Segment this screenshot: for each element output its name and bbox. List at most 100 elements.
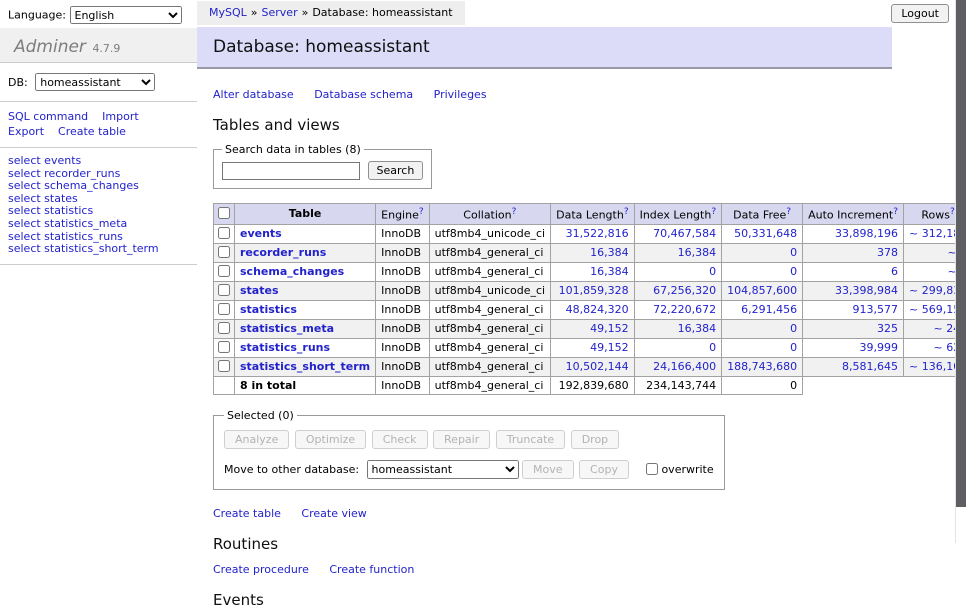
data-length-link[interactable]: 101,859,328 <box>559 284 629 297</box>
data-free-link[interactable]: 188,743,680 <box>727 360 797 373</box>
auto-increment-link[interactable]: 33,898,196 <box>835 227 898 240</box>
optimize-button[interactable]: Optimize <box>295 430 366 449</box>
database-schema-link[interactable]: Database schema <box>314 88 413 101</box>
help-icon[interactable]: ? <box>512 207 517 217</box>
collation-cell: utf8mb4_general_ci <box>429 357 550 376</box>
create-table-link-bottom[interactable]: Create table <box>213 507 281 520</box>
logout-button[interactable]: Logout <box>891 4 949 23</box>
index-length-link[interactable]: 0 <box>709 341 716 354</box>
collation-cell: utf8mb4_general_ci <box>429 300 550 319</box>
table-name-link[interactable]: states <box>240 284 279 297</box>
table-name-link[interactable]: statistics_runs <box>240 341 330 354</box>
search-input[interactable] <box>222 162 360 180</box>
language-row: Language: English <box>0 0 197 28</box>
engine-cell: InnoDB <box>376 357 429 376</box>
sidebar-actions: SQL command Import Export Create table <box>0 102 197 147</box>
truncate-button[interactable]: Truncate <box>496 430 565 449</box>
language-label: Language: <box>8 9 66 22</box>
select-all-checkbox[interactable] <box>218 207 230 219</box>
create-procedure-link[interactable]: Create procedure <box>213 563 309 576</box>
row-checkbox[interactable] <box>218 284 230 296</box>
table-name-link[interactable]: schema_changes <box>240 265 344 278</box>
data-free-link[interactable]: 0 <box>790 341 797 354</box>
index-length-link[interactable]: 72,220,672 <box>653 303 716 316</box>
auto-increment-link[interactable]: 8,581,645 <box>842 360 898 373</box>
data-free-link[interactable]: 50,331,648 <box>734 227 797 240</box>
repair-button[interactable]: Repair <box>433 430 490 449</box>
table-name-link[interactable]: statistics_meta <box>240 322 334 335</box>
select-table-link[interactable]: select events <box>8 155 189 168</box>
index-length-link[interactable]: 67,256,320 <box>653 284 716 297</box>
vertical-scrollbar[interactable] <box>955 0 966 543</box>
db-select[interactable]: homeassistant <box>35 73 155 91</box>
table-row: events InnoDB utf8mb4_unicode_ci 31,522,… <box>214 224 966 243</box>
table-name-link[interactable]: statistics_short_term <box>240 360 370 373</box>
drop-button[interactable]: Drop <box>571 430 619 449</box>
export-link[interactable]: Export <box>8 125 44 138</box>
data-free-link[interactable]: 6,291,456 <box>741 303 797 316</box>
help-icon[interactable]: ? <box>419 207 424 217</box>
auto-increment-link[interactable]: 325 <box>877 322 898 335</box>
engine-cell: InnoDB <box>376 281 429 300</box>
create-function-link[interactable]: Create function <box>329 563 414 576</box>
table-name-link[interactable]: statistics <box>240 303 297 316</box>
breadcrumb-mysql-link[interactable]: MySQL <box>209 6 247 19</box>
overwrite-checkbox[interactable] <box>646 463 658 475</box>
move-database-select[interactable]: homeassistant <box>367 460 519 479</box>
data-length-link[interactable]: 16,384 <box>590 246 629 259</box>
row-checkbox[interactable] <box>218 360 230 372</box>
copy-button[interactable]: Copy <box>579 460 629 479</box>
import-link[interactable]: Import <box>102 110 139 123</box>
index-length-link[interactable]: 16,384 <box>678 246 717 259</box>
move-button[interactable]: Move <box>522 460 574 479</box>
row-checkbox[interactable] <box>218 246 230 258</box>
select-table-link[interactable]: select schema_changes <box>8 180 189 193</box>
data-length-link[interactable]: 48,824,320 <box>566 303 629 316</box>
data-free-link[interactable]: 0 <box>790 246 797 259</box>
breadcrumb-server-link[interactable]: Server <box>262 6 298 19</box>
index-length-link[interactable]: 0 <box>709 265 716 278</box>
auto-increment-link[interactable]: 39,999 <box>860 341 899 354</box>
table-row: schema_changes InnoDB utf8mb4_general_ci… <box>214 262 966 281</box>
select-table-link[interactable]: select statistics_short_term <box>8 243 189 256</box>
row-checkbox[interactable] <box>218 322 230 334</box>
row-checkbox[interactable] <box>218 227 230 239</box>
scrollbar-thumb[interactable] <box>956 0 966 507</box>
create-view-link[interactable]: Create view <box>301 507 366 520</box>
table-name-link[interactable]: events <box>240 227 282 240</box>
privileges-link[interactable]: Privileges <box>434 88 487 101</box>
alter-database-link[interactable]: Alter database <box>213 88 294 101</box>
search-button[interactable]: Search <box>368 161 424 180</box>
data-length-link[interactable]: 49,152 <box>590 341 629 354</box>
row-checkbox[interactable] <box>218 265 230 277</box>
help-icon[interactable]: ? <box>624 207 629 217</box>
create-table-link[interactable]: Create table <box>58 125 126 138</box>
sql-command-link[interactable]: SQL command <box>8 110 88 123</box>
help-icon[interactable]: ? <box>786 207 791 217</box>
column-header-index-length: Index Length? <box>634 204 722 225</box>
help-icon[interactable]: ? <box>893 207 898 217</box>
index-length-link[interactable]: 16,384 <box>678 322 717 335</box>
row-checkbox[interactable] <box>218 341 230 353</box>
help-icon[interactable]: ? <box>711 207 716 217</box>
auto-increment-link[interactable]: 6 <box>891 265 898 278</box>
auto-increment-link[interactable]: 913,577 <box>853 303 899 316</box>
auto-increment-link[interactable]: 33,398,984 <box>835 284 898 297</box>
table-name-link[interactable]: recorder_runs <box>240 246 326 259</box>
data-free-link[interactable]: 0 <box>790 265 797 278</box>
index-length-link[interactable]: 24,166,400 <box>653 360 716 373</box>
data-length-link[interactable]: 16,384 <box>590 265 629 278</box>
check-button[interactable]: Check <box>372 430 428 449</box>
data-length-link[interactable]: 31,522,816 <box>566 227 629 240</box>
auto-increment-link[interactable]: 378 <box>877 246 898 259</box>
index-length-link[interactable]: 70,467,584 <box>653 227 716 240</box>
column-header-collation: Collation? <box>429 204 550 225</box>
analyze-button[interactable]: Analyze <box>224 430 289 449</box>
select-table-link[interactable]: select statistics_meta <box>8 218 189 231</box>
data-length-link[interactable]: 10,502,144 <box>566 360 629 373</box>
data-free-link[interactable]: 104,857,600 <box>727 284 797 297</box>
data-length-link[interactable]: 49,152 <box>590 322 629 335</box>
language-select[interactable]: English <box>70 6 182 24</box>
row-checkbox[interactable] <box>218 303 230 315</box>
data-free-link[interactable]: 0 <box>790 322 797 335</box>
